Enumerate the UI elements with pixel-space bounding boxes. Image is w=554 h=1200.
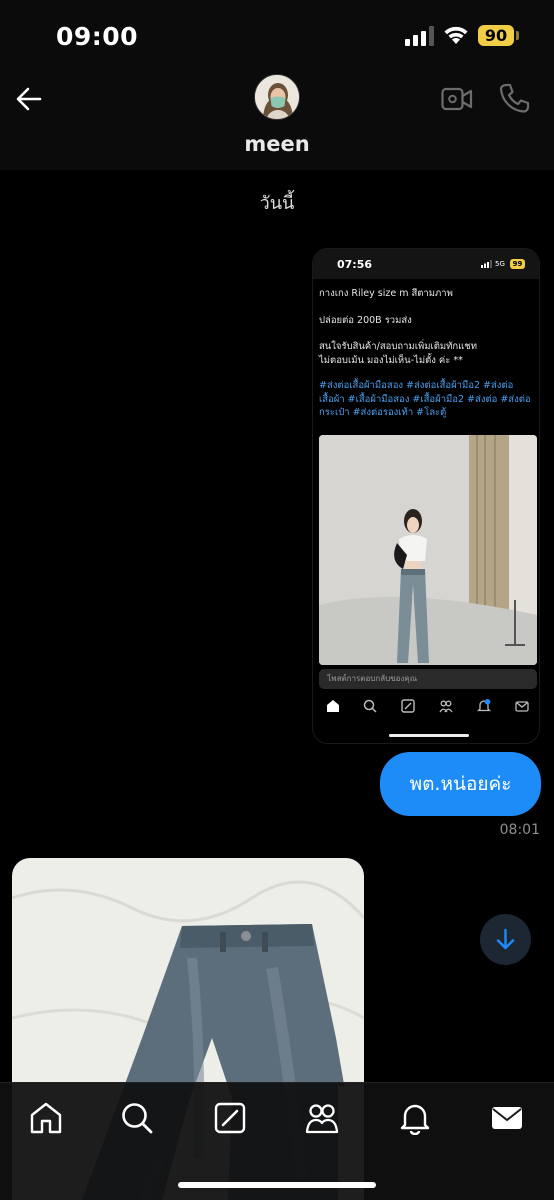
- post-line-2: ปล่อยต่อ 200B รวมส่ง: [319, 314, 412, 326]
- wifi-icon: [444, 26, 468, 44]
- post-photo: [319, 435, 537, 665]
- screenshot-home-indicator: [389, 734, 469, 737]
- chat-header: meen: [0, 70, 554, 170]
- communities-icon[interactable]: [305, 1101, 339, 1135]
- screenshot-mail-icon: [515, 701, 529, 712]
- battery-tip: [516, 31, 519, 40]
- back-arrow-icon[interactable]: [14, 84, 44, 114]
- contact-name[interactable]: meen: [0, 132, 554, 156]
- post-line-3: สนใจรับสินค้า/สอบถามเพิ่มเติมทักแชท: [319, 341, 477, 352]
- screenshot-network: 5G: [495, 260, 505, 268]
- compose-icon[interactable]: [213, 1101, 247, 1135]
- shared-screenshot-message[interactable]: 07:56 5G 99 กางเกง Riley size m สีตามภาพ…: [312, 248, 540, 744]
- post-photo-image: [319, 435, 537, 665]
- search-icon[interactable]: [120, 1101, 154, 1135]
- post-line-1: กางเกง Riley size m สีตามภาพ: [319, 288, 453, 299]
- avatar[interactable]: [254, 74, 300, 120]
- scroll-to-bottom-button[interactable]: [480, 914, 531, 965]
- reply-input: โพสต์การตอบกลับของคุณ: [319, 669, 537, 689]
- cellular-signal-icon: [405, 26, 434, 46]
- screenshot-signal-icon: [481, 260, 492, 268]
- message-timestamp: 08:01: [499, 822, 540, 838]
- status-time: 09:00: [56, 22, 139, 51]
- mail-icon[interactable]: [490, 1101, 524, 1135]
- screenshot-status-bar: 07:56 5G 99: [313, 249, 539, 279]
- screenshot-search-icon: [363, 699, 377, 713]
- post-line-4: ไม่ตอบเม้น มองไม่เห็น-ไม่ตั้ง ค่ะ **: [319, 354, 463, 366]
- screenshot-communities-icon: [439, 700, 453, 713]
- phone-call-icon[interactable]: [498, 82, 530, 114]
- video-call-icon[interactable]: [441, 86, 473, 112]
- screenshot-home-icon: [327, 700, 339, 712]
- battery-indicator: 90: [478, 25, 514, 46]
- sent-message-bubble[interactable]: พต.หน่อยค่ะ: [380, 752, 541, 816]
- avatar-photo: [255, 75, 299, 119]
- bell-icon[interactable]: [398, 1101, 432, 1135]
- post-hashtags: #ส่งต่อเสื้อผ้ามือสอง #ส่งต่อเสื้อผ้ามือ…: [319, 380, 531, 418]
- screenshot-battery: 99: [510, 259, 525, 269]
- screenshot-bell-icon: [477, 699, 491, 712]
- screenshot-compose-icon: [401, 699, 415, 713]
- screenshot-nav-bar: [313, 695, 539, 719]
- status-bar: 09:00 90: [0, 0, 554, 70]
- home-icon[interactable]: [29, 1101, 63, 1135]
- date-separator: วันนี้: [259, 193, 295, 214]
- post-text: กางเกง Riley size m สีตามภาพ ปล่อยต่อ 20…: [319, 287, 535, 367]
- screenshot-time: 07:56: [337, 258, 373, 271]
- home-indicator: [178, 1182, 376, 1188]
- arrow-down-icon: [496, 928, 515, 950]
